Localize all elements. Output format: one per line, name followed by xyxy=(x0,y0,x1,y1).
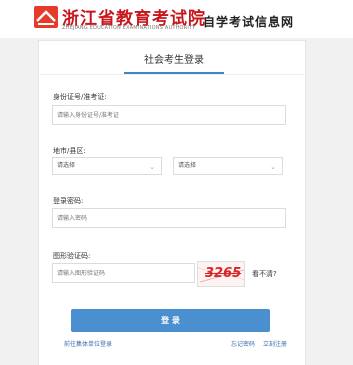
region-label: 地市/县区: xyxy=(53,147,86,155)
captcha-image[interactable]: 3265 xyxy=(197,261,245,287)
eea-logo-icon xyxy=(34,6,58,28)
site-header: 浙江省教育考试院 ZHEJIANG EDUCATION EXAMINATIONS… xyxy=(0,0,353,38)
register-link[interactable]: 立刻注册 xyxy=(263,339,287,348)
tab-social-login[interactable]: 社会考生登录 xyxy=(124,51,224,66)
password-input[interactable]: 请输入密码 xyxy=(52,208,286,228)
id-label: 身份证号/准考证: xyxy=(53,93,107,101)
captcha-label: 图形验证码: xyxy=(53,252,91,260)
chevron-down-icon: ⌄ xyxy=(149,163,155,171)
login-button[interactable]: 登 录 xyxy=(71,309,270,332)
tab-divider xyxy=(39,74,305,75)
captcha-refresh-link[interactable]: 看不清? xyxy=(252,269,277,279)
login-card: 社会考生登录 身份证号/准考证: 请输入身份证号/准考证 地市/县区: 请选择 … xyxy=(38,40,306,365)
county-select[interactable]: 请选择 ⌄ xyxy=(173,157,283,175)
brand-subtitle: ZHEJIANG EDUCATION EXAMINATIONS AUTHORIT… xyxy=(62,25,196,31)
site-name: 自学考试信息网 xyxy=(203,15,295,29)
chevron-down-icon: ⌄ xyxy=(270,163,276,171)
id-input[interactable]: 请输入身份证号/准考证 xyxy=(52,105,286,125)
city-select-value: 请选择 xyxy=(57,162,76,169)
captcha-code: 3265 xyxy=(205,266,242,281)
group-login-link[interactable]: 前往集体单位登录 xyxy=(64,339,112,348)
password-label: 登录密码: xyxy=(53,197,84,205)
city-select[interactable]: 请选择 ⌄ xyxy=(52,157,162,175)
county-select-value: 请选择 xyxy=(178,162,197,169)
captcha-input[interactable]: 请输入图形验证码 xyxy=(52,263,195,283)
forgot-password-link[interactable]: 忘记密码 xyxy=(231,339,255,348)
